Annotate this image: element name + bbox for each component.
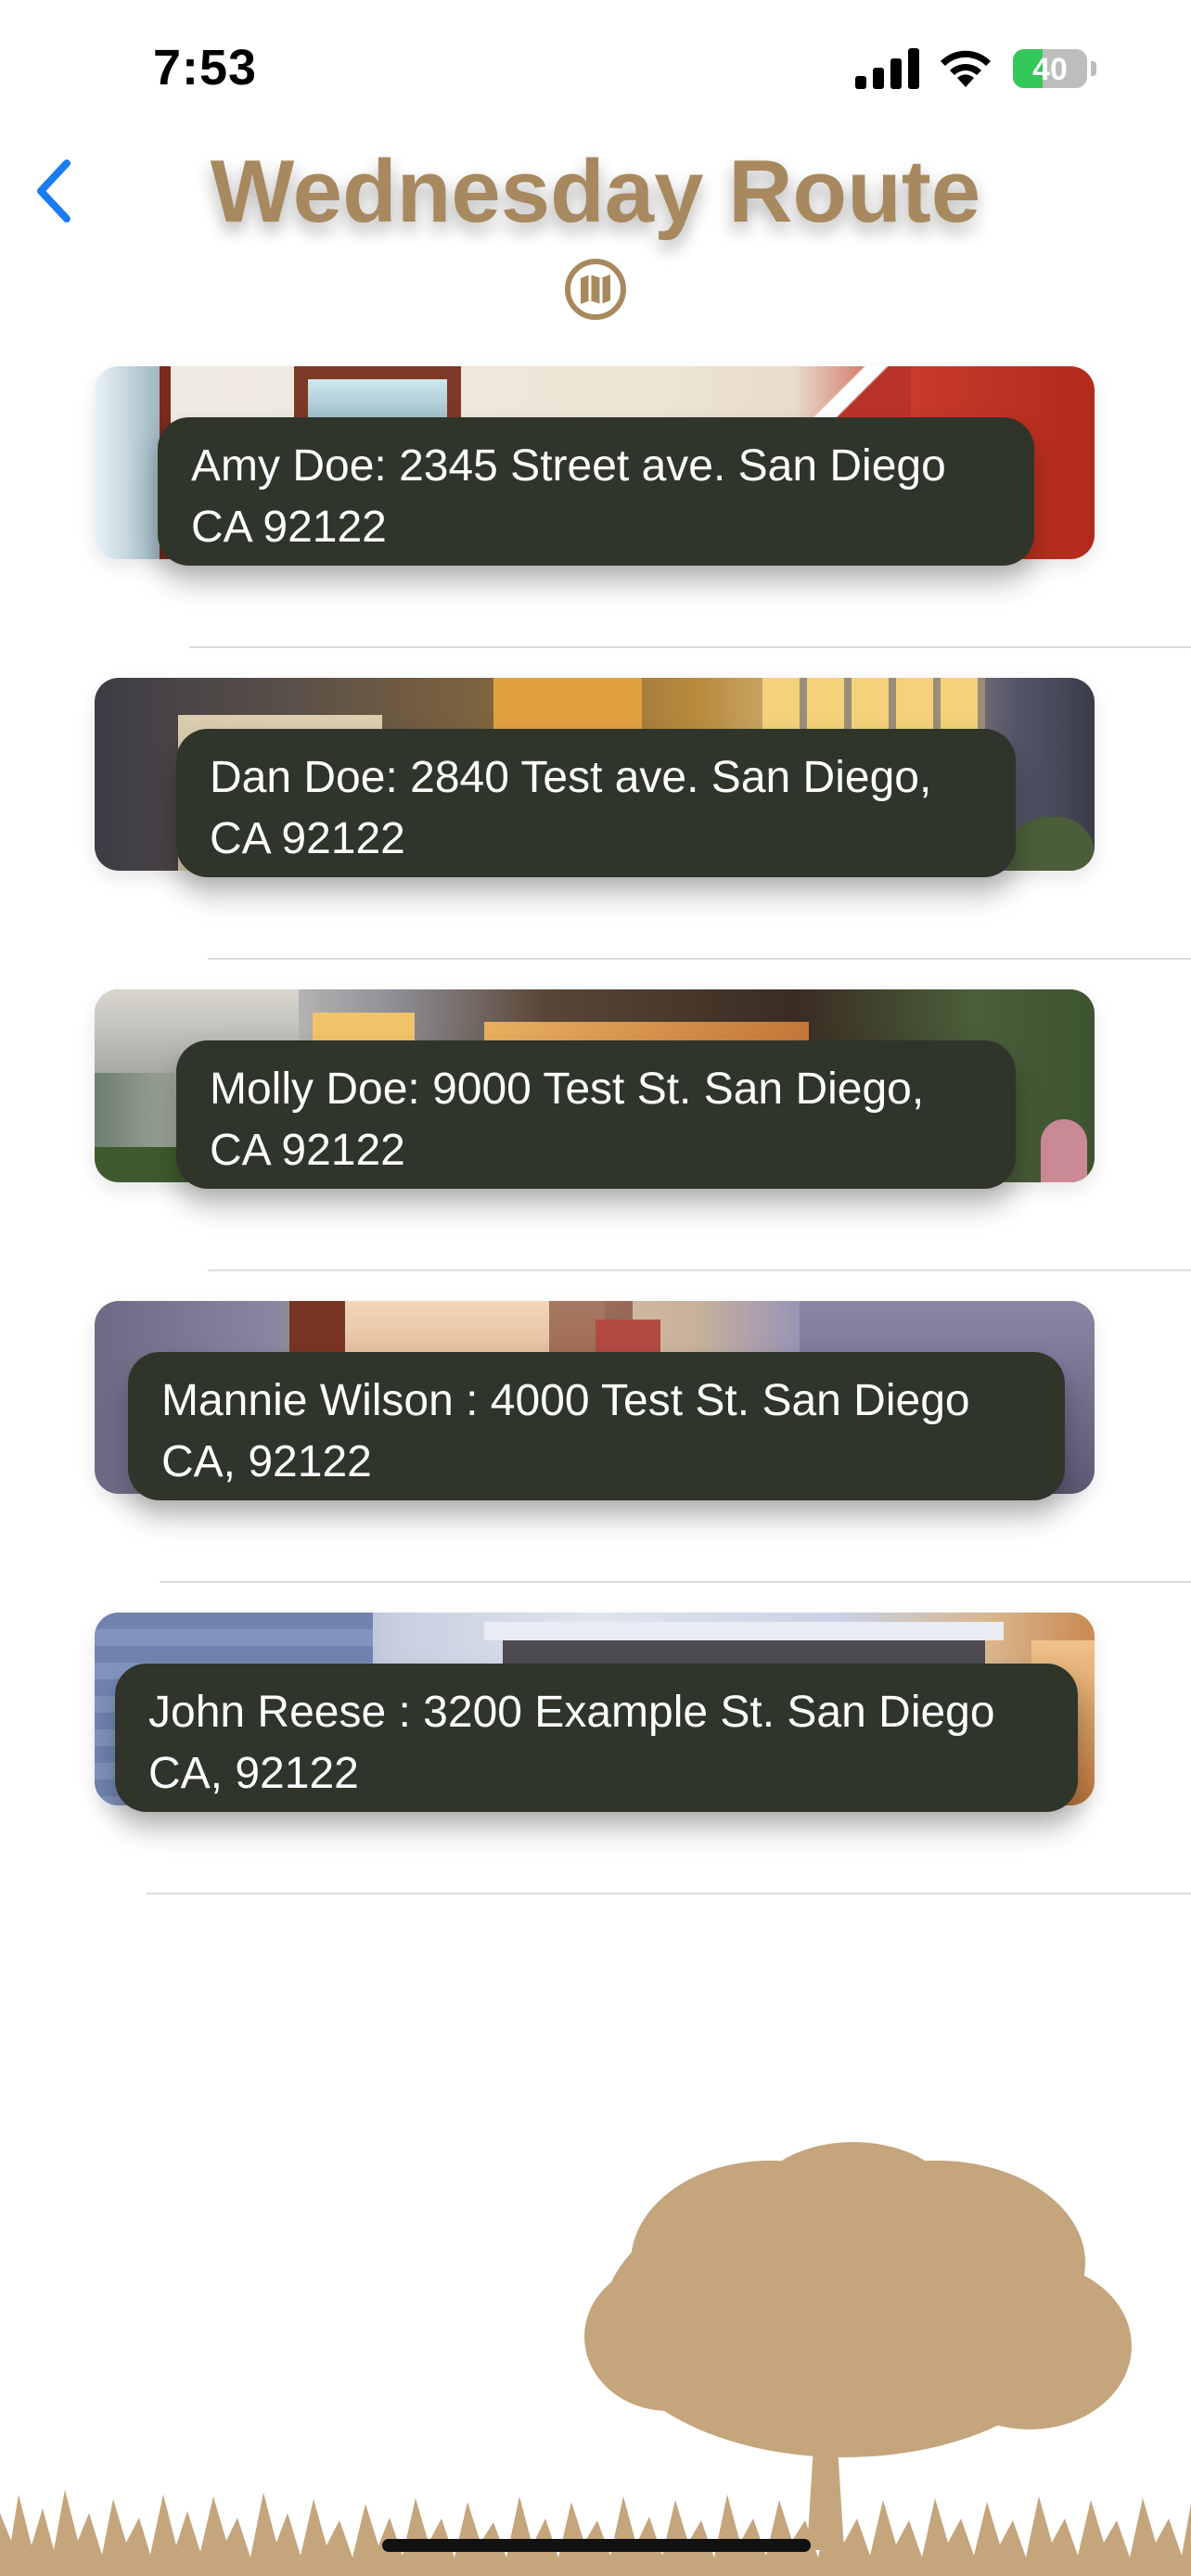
battery-nub [1091, 61, 1096, 76]
stop-address-label[interactable]: Mannie Wilson : 4000 Test St. San Diego … [128, 1352, 1065, 1500]
battery-charging-icon: 40 [1013, 49, 1087, 88]
row-separator [208, 1269, 1191, 1271]
map-icon[interactable] [564, 258, 627, 321]
list-item[interactable]: Amy Doe: 2345 Street ave. San Diego CA 9… [0, 366, 1191, 566]
status-time: 7:53 [153, 40, 258, 96]
row-separator [208, 958, 1191, 960]
row-separator [160, 1581, 1191, 1583]
home-indicator[interactable] [382, 2539, 811, 2552]
list-item[interactable]: Mannie Wilson : 4000 Test St. San Diego … [0, 1301, 1191, 1500]
stop-address-label[interactable]: Molly Doe: 9000 Test St. San Diego, CA 9… [176, 1040, 1016, 1189]
battery-percent: 40 [1032, 52, 1068, 87]
wifi-icon [941, 50, 991, 87]
signal-icon [855, 48, 919, 89]
list-item[interactable]: Molly Doe: 9000 Test St. San Diego, CA 9… [0, 989, 1191, 1189]
row-separator [189, 646, 1191, 648]
list-item[interactable]: John Reese : 3200 Example St. San Diego … [0, 1613, 1191, 1812]
stop-address-label[interactable]: Dan Doe: 2840 Test ave. San Diego, CA 92… [176, 729, 1016, 877]
row-separator [147, 1893, 1191, 1894]
list-item[interactable]: Dan Doe: 2840 Test ave. San Diego, CA 92… [0, 678, 1191, 877]
stop-address-label[interactable]: Amy Doe: 2345 Street ave. San Diego CA 9… [158, 417, 1034, 566]
stop-address-label[interactable]: John Reese : 3200 Example St. San Diego … [115, 1664, 1078, 1812]
tree-illustration [0, 2142, 1191, 2576]
page-title: Wednesday Route [210, 142, 981, 241]
